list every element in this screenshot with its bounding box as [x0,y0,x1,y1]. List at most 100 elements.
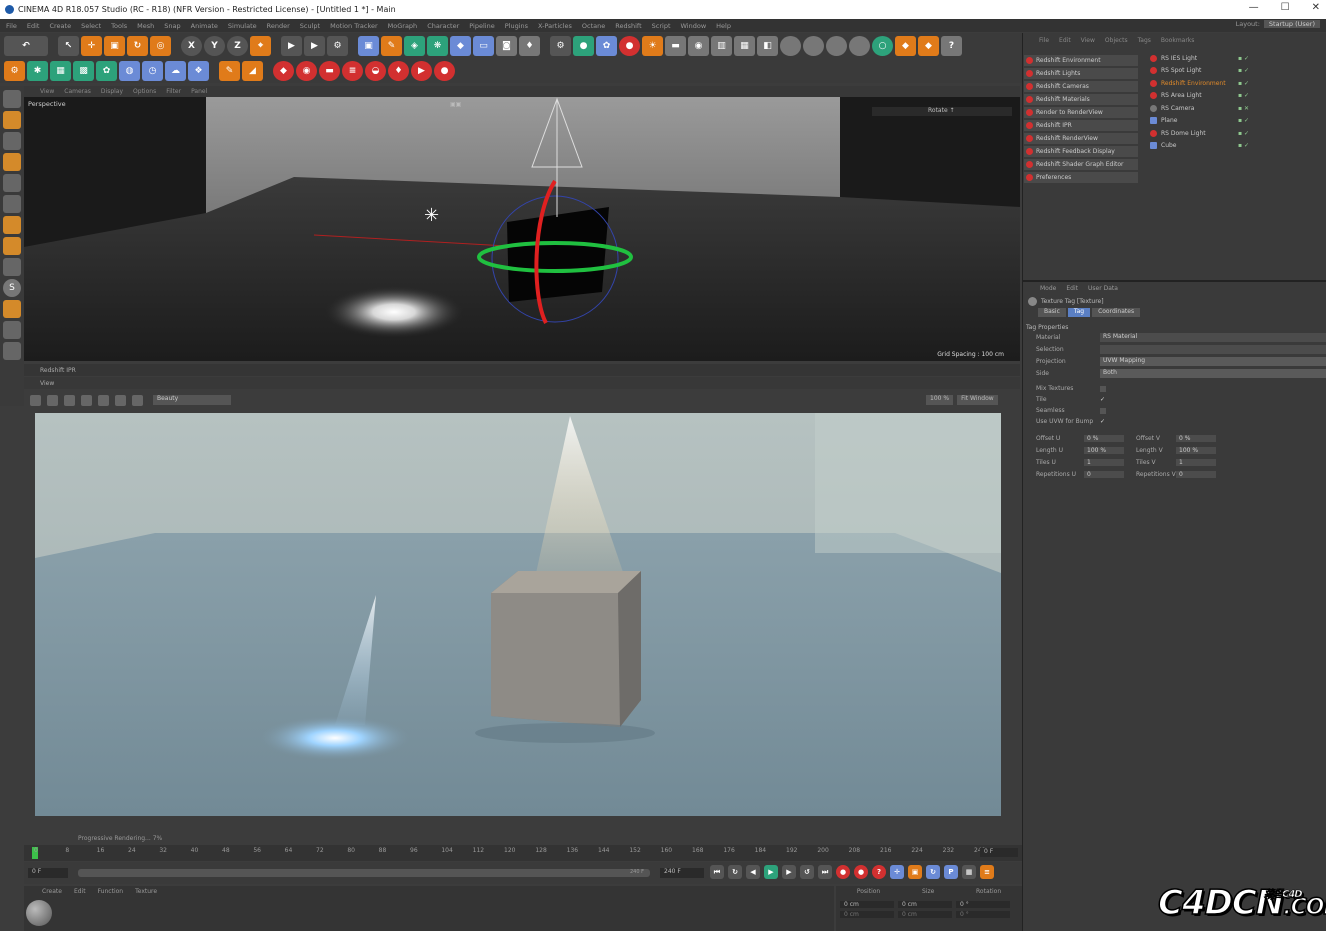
menu-simulate[interactable]: Simulate [228,22,257,30]
menu-snap[interactable]: Snap [164,22,180,30]
circle-tool-icon[interactable] [98,394,109,406]
tile-checkbox[interactable]: ✓ [1100,396,1105,403]
menu-script[interactable]: Script [652,22,671,30]
menu-x-particles[interactable]: X-Particles [538,22,572,30]
sphere2-icon[interactable] [803,36,824,56]
play-icon[interactable]: ▶ [764,865,778,879]
object-row[interactable]: RS IES Light ▪ ✓ [1146,52,1322,65]
object-row[interactable]: RS Spot Light ▪ ✓ [1146,65,1322,78]
clock-icon[interactable]: ◷ [142,61,163,81]
om-menu-objects[interactable]: Objects [1105,37,1128,44]
mix-textures-checkbox[interactable] [1100,385,1106,392]
om-menu-file[interactable]: File [1039,37,1049,44]
snap-icon[interactable]: S [3,279,21,297]
scale-key-icon[interactable]: ▣ [908,865,922,879]
paint-icon[interactable]: ◢ [242,61,263,81]
om-menu-tags[interactable]: Tags [1138,37,1151,44]
number-field[interactable]: 100 % [1176,446,1216,454]
circle-icon[interactable]: ◉ [688,36,709,56]
number-field[interactable]: 1 [1084,458,1124,466]
coordinate-system-icon[interactable]: ⌖ [250,36,271,56]
vp-menu-cameras[interactable]: Cameras [64,88,91,95]
om-menu-view[interactable]: View [1081,37,1095,44]
seamless-checkbox[interactable] [1100,407,1106,414]
timeline-window-icon[interactable]: ≡ [980,865,994,879]
visibility-check-icon[interactable]: ▪ ✕ [1238,105,1258,112]
attr-menu-mode[interactable]: Mode [1040,285,1056,292]
mograph-matrix-icon[interactable]: ▦ [50,61,71,81]
rs-menu-preferences[interactable]: Preferences [1024,172,1138,183]
pla-key-icon[interactable]: ▦ [962,865,976,879]
loop-icon[interactable]: ↻ [728,865,742,879]
autokey-icon[interactable]: ● [854,865,868,879]
pen-spline-icon[interactable]: ✎ [381,36,402,56]
perspective-viewport[interactable]: ✳ ▣▣ Perspective Rotate ↑ Grid Spacing :… [24,97,1020,361]
subdivision-icon[interactable]: ◈ [404,36,425,56]
y-axis-button[interactable]: Y [204,36,225,56]
goto-start-icon[interactable]: ⏮ [710,865,724,879]
keyframe-selection-icon[interactable]: ? [872,865,886,879]
visibility-check-icon[interactable]: ▪ ✓ [1238,55,1258,62]
object-row[interactable]: Redshift Environment ▪ ✓ [1146,77,1322,90]
menu-character[interactable]: Character [427,22,459,30]
start-frame-field[interactable]: 0 F [28,868,68,878]
rs-menu-environment[interactable]: Redshift Environment [1024,55,1138,66]
vp-menu-panel[interactable]: Panel [191,88,207,95]
mat-menu-function[interactable]: Function [98,888,124,895]
menu-edit[interactable]: Edit [27,22,40,30]
points-mode-icon[interactable] [3,153,21,171]
model-mode-icon[interactable] [3,90,21,108]
record-icon[interactable]: ● [836,865,850,879]
render-picture-viewer-icon[interactable]: ▶ [304,36,325,56]
close-button[interactable]: ✕ [1312,2,1320,13]
sphere4-icon[interactable] [849,36,870,56]
deformer-icon[interactable]: ◆ [450,36,471,56]
sphere-icon[interactable] [780,36,801,56]
rs-menu-shader-graph[interactable]: Redshift Shader Graph Editor [1024,159,1138,170]
mograph-fracture-icon[interactable]: ▩ [73,61,94,81]
rs-menu-render-to-renderview[interactable]: Render to RenderView [1024,107,1138,118]
menu-render[interactable]: Render [267,22,290,30]
menu-help[interactable]: Help [716,22,731,30]
object-row[interactable]: RS Camera ▪ ✕ [1146,102,1322,115]
menu-pipeline[interactable]: Pipeline [469,22,494,30]
prev-frame-icon[interactable]: ◀ [746,865,760,879]
vp-menu-view[interactable]: View [40,88,54,95]
camera-icon[interactable]: ◙ [496,36,517,56]
coord-x-size[interactable]: 0 cm [898,901,952,908]
number-field[interactable]: 0 [1084,470,1124,478]
projection-dropdown[interactable]: UVW Mapping [1100,356,1326,366]
rs-dome-icon[interactable]: ◒ [365,61,386,81]
menu-sculpt[interactable]: Sculpt [300,22,320,30]
texture-mode-icon[interactable] [3,111,21,129]
floor-icon[interactable]: ▭ [473,36,494,56]
number-field[interactable]: 0 % [1084,434,1124,442]
mat-menu-edit[interactable]: Edit [74,888,86,895]
fit-window-dropdown[interactable]: Fit Window [957,395,998,405]
rs-menu-materials[interactable]: Redshift Materials [1024,94,1138,105]
menu-redshift[interactable]: Redshift [615,22,641,30]
object-row[interactable]: Plane ▪ ✓ [1146,115,1322,128]
move-icon[interactable]: ✛ [81,36,102,56]
param-key-icon[interactable]: P [944,865,958,879]
workplane-icon[interactable] [3,321,21,339]
rs-light-icon[interactable]: ◆ [273,61,294,81]
rs-menu-ipr[interactable]: Redshift IPR [1024,120,1138,131]
polygons-mode-icon[interactable] [3,195,21,213]
mograph-cloner-icon[interactable]: ✱ [27,61,48,81]
menu-motion-tracker[interactable]: Motion Tracker [330,22,378,30]
menu-mograph[interactable]: MoGraph [388,22,418,30]
menu-file[interactable]: File [6,22,17,30]
array-icon[interactable]: ❋ [427,36,448,56]
ring-icon[interactable]: ○ [872,36,893,56]
attr-menu-user-data[interactable]: User Data [1088,285,1118,292]
cubes2-icon[interactable]: ◆ [918,36,939,56]
visibility-check-icon[interactable]: ▪ ✓ [1238,67,1258,74]
number-field[interactable]: 100 % [1084,446,1124,454]
om-menu-edit[interactable]: Edit [1059,37,1071,44]
white-rect-icon[interactable]: ▬ [665,36,686,56]
mat-menu-create[interactable]: Create [42,888,62,895]
object-row[interactable]: RS Area Light ▪ ✓ [1146,90,1322,103]
menu-tools[interactable]: Tools [111,22,127,30]
selection-field[interactable] [1100,344,1326,354]
